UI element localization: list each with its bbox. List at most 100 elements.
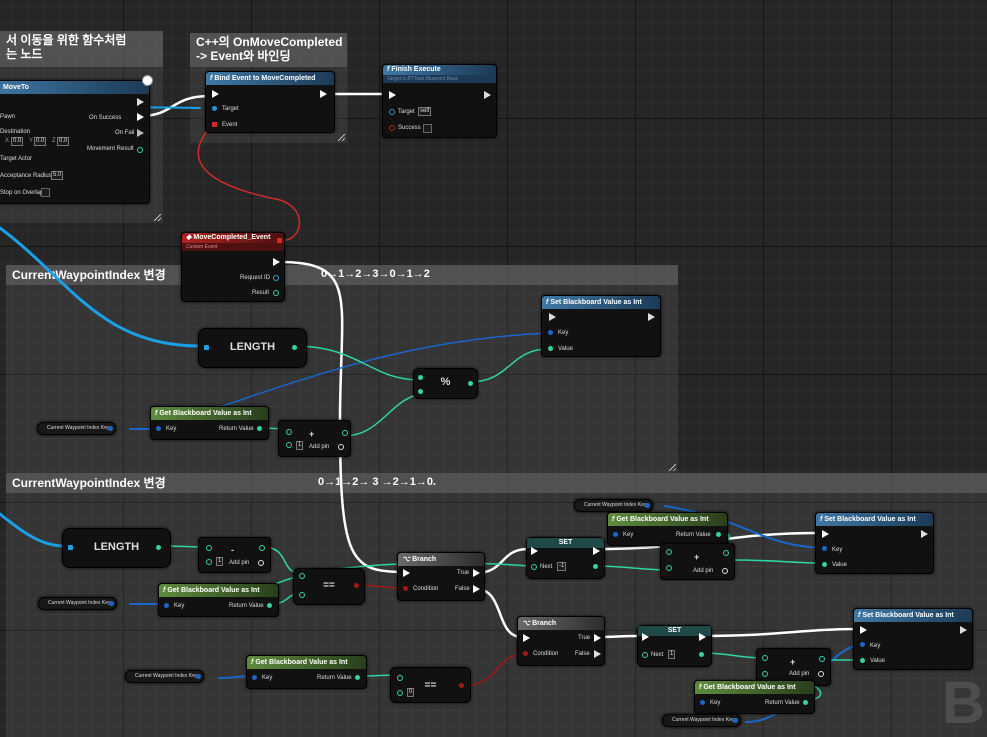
subtract-value-field[interactable]: 1 [216, 557, 224, 566]
int-out-pin[interactable] [699, 652, 704, 657]
key-out-pin[interactable] [733, 718, 739, 723]
exec-in-pin[interactable] [403, 569, 410, 577]
return-value-pin[interactable] [803, 700, 808, 705]
next-pin[interactable] [531, 564, 537, 570]
exec-in-pin[interactable] [860, 626, 867, 634]
exec-out-pin-true[interactable] [594, 634, 601, 642]
add-pin-label[interactable]: Add pin [789, 671, 809, 677]
get-blackboard-int-node[interactable]: f Get Blackboard Value as Int Key Return … [150, 406, 269, 440]
array-in-pin[interactable] [204, 345, 209, 350]
get-blackboard-int-node[interactable]: f Get Blackboard Value as Int Key Return … [607, 512, 728, 546]
exec-out-pin[interactable] [484, 91, 491, 99]
subtract-int-node[interactable]: - 1 Add pin [198, 537, 271, 573]
key-out-pin[interactable] [196, 674, 202, 679]
exec-in-pin[interactable] [822, 530, 829, 538]
next-value-field[interactable]: 1 [668, 650, 676, 659]
int-out-pin[interactable] [593, 564, 598, 569]
array-length-node[interactable]: LENGTH [62, 528, 171, 568]
set-blackboard-int-node[interactable]: f Set Blackboard Value as Int Key Value [815, 512, 934, 574]
int-out-pin[interactable] [468, 381, 473, 386]
event-pin[interactable] [212, 122, 217, 127]
int-in-pin-b[interactable] [397, 690, 403, 696]
return-value-pin[interactable] [355, 675, 360, 680]
condition-pin[interactable] [403, 586, 408, 591]
request-id-pin[interactable] [273, 275, 279, 281]
bind-event-node[interactable]: f Bind Event to MoveCompleted Target Even… [205, 71, 335, 133]
int-in-pin-b[interactable] [206, 559, 212, 565]
add-pin-label[interactable]: Add pin [693, 568, 713, 574]
exec-out-pin-fail[interactable] [137, 129, 144, 137]
finish-execute-node[interactable]: f Finish Execute Target is BTTask Bluepri… [382, 64, 497, 138]
stop-on-overlap-checkbox[interactable] [41, 188, 50, 197]
result-pin[interactable] [273, 290, 279, 296]
exec-out-pin[interactable] [273, 258, 280, 266]
add-pin-button[interactable] [258, 560, 264, 566]
key-pin[interactable] [700, 700, 705, 705]
int-out-pin[interactable] [723, 550, 729, 556]
key-out-pin[interactable] [645, 503, 651, 508]
add-pin-button[interactable] [338, 444, 344, 450]
value-pin[interactable] [860, 658, 865, 663]
compare-value-field[interactable]: 0 [407, 688, 415, 697]
return-value-pin[interactable] [716, 532, 721, 537]
bool-out-pin[interactable] [459, 683, 464, 688]
key-pin[interactable] [822, 546, 827, 551]
int-in-pin-a[interactable] [666, 549, 672, 555]
branch-node[interactable]: ⌥ Branch True Condition False [517, 616, 605, 666]
set-blackboard-int-node[interactable]: f Set Blackboard Value as Int Key Value [853, 608, 973, 670]
exec-out-pin[interactable] [699, 633, 706, 641]
array-in-pin[interactable] [68, 545, 73, 550]
int-in-pin-a[interactable] [286, 429, 292, 435]
vector-x-field[interactable]: 0.0 [11, 137, 24, 146]
key-pin[interactable] [613, 532, 618, 537]
exec-out-pin-success[interactable] [137, 113, 144, 121]
key-variable-node[interactable]: Current Waypoint Index Key [38, 597, 118, 610]
next-value-field[interactable]: -1 [557, 562, 567, 571]
equal-int-node[interactable]: == 0 [390, 667, 471, 703]
exec-in-pin[interactable] [549, 313, 556, 321]
add-int-node[interactable]: + Add pin [660, 543, 735, 580]
acceptance-radius-field[interactable]: 5.0 [51, 171, 64, 180]
exec-in-pin[interactable] [137, 98, 144, 106]
key-variable-node[interactable]: Current Waypoint Index Key [662, 714, 742, 727]
int-in-pin-b[interactable] [418, 389, 423, 394]
key-pin[interactable] [860, 642, 865, 647]
bool-out-pin[interactable] [354, 583, 359, 588]
int-in-pin-b[interactable] [299, 592, 305, 598]
next-pin[interactable] [642, 652, 648, 658]
vector-y-field[interactable]: 0.0 [34, 137, 47, 146]
add-pin-label[interactable]: Add pin [229, 560, 249, 566]
int-in-pin-a[interactable] [418, 375, 423, 380]
set-variable-node[interactable]: SET Next 1 [637, 625, 712, 667]
exec-out-pin[interactable] [320, 90, 327, 98]
key-out-pin[interactable] [109, 601, 115, 606]
int-in-pin-b[interactable] [286, 442, 292, 448]
return-value-pin[interactable] [257, 426, 262, 431]
key-variable-node[interactable]: Current Waypoint Index Key [125, 670, 205, 683]
add-pin-button[interactable] [818, 671, 824, 677]
exec-out-pin-true[interactable] [473, 569, 480, 577]
exec-out-pin[interactable] [960, 626, 967, 634]
add-pin-button[interactable] [722, 568, 728, 574]
exec-in-pin[interactable] [523, 634, 530, 642]
target-pin[interactable] [389, 109, 395, 115]
key-pin[interactable] [156, 426, 161, 431]
exec-out-pin[interactable] [921, 530, 928, 538]
int-in-pin-a[interactable] [206, 545, 212, 551]
int-out-pin[interactable] [156, 545, 161, 550]
int-in-pin-b[interactable] [666, 565, 672, 571]
int-in-pin-b[interactable] [762, 671, 768, 677]
exec-in-pin[interactable] [642, 633, 649, 641]
custom-event-node[interactable]: ◆ MoveCompleted_Event Custom Event Reques… [181, 232, 285, 302]
target-pin[interactable] [212, 106, 217, 111]
key-variable-node[interactable]: Current Waypoint Index Key [574, 499, 654, 512]
modulo-node[interactable]: % [413, 368, 478, 399]
success-pin[interactable] [389, 125, 395, 131]
get-blackboard-int-node[interactable]: f Get Blackboard Value as Int Key Return … [158, 583, 279, 617]
int-out-pin[interactable] [259, 545, 265, 551]
target-self-field[interactable]: self [418, 107, 432, 116]
value-pin[interactable] [822, 562, 827, 567]
exec-in-pin[interactable] [212, 90, 219, 98]
key-pin[interactable] [548, 330, 553, 335]
key-variable-node[interactable]: Current Waypoint Index Key [37, 422, 117, 435]
